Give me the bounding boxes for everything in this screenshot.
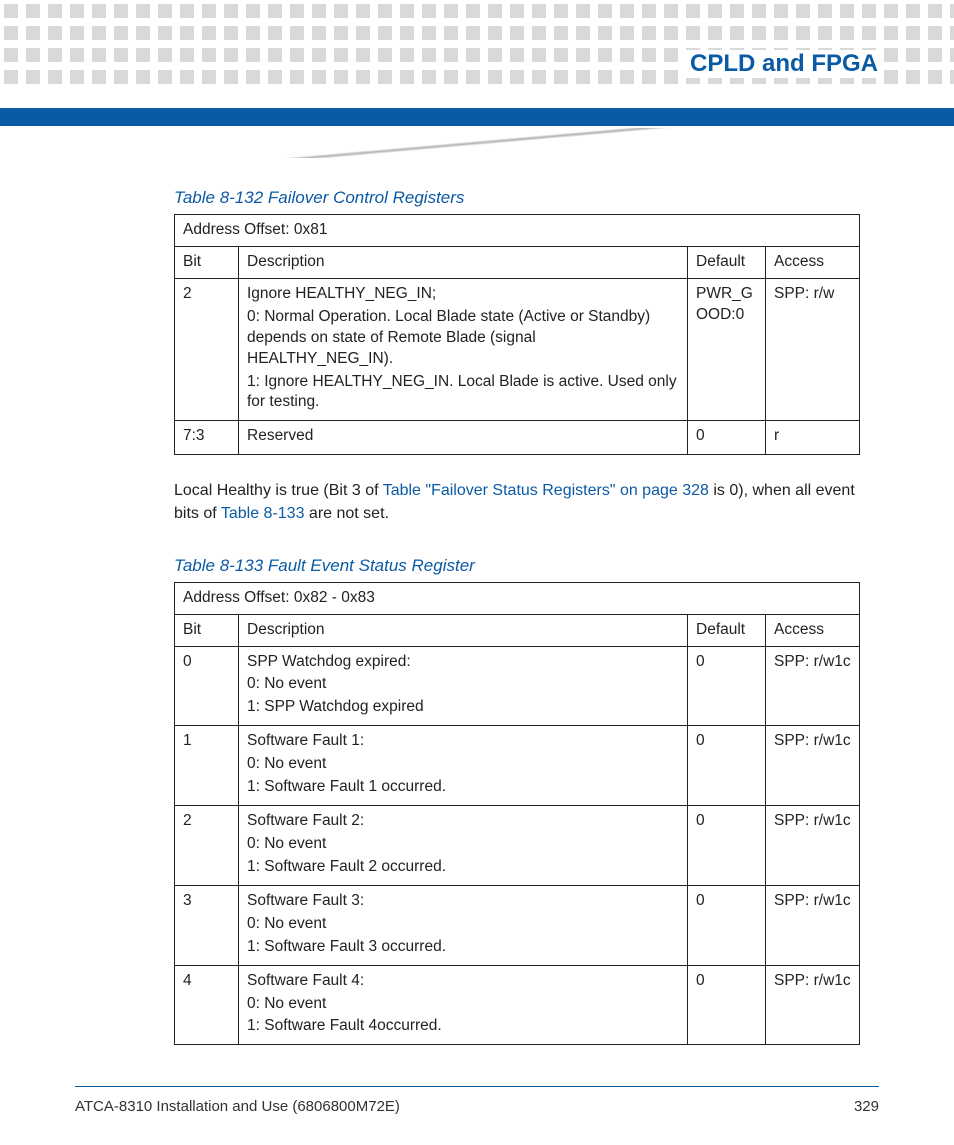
table-caption-2: Table 8-133 Fault Event Status Register	[174, 556, 860, 576]
description-line: 1: Software Fault 4occurred.	[247, 1016, 679, 1037]
table-row: Address Offset: 0x82 - 0x83	[175, 582, 860, 614]
description-line: Software Fault 2:	[247, 811, 679, 832]
cell-default: 0	[688, 646, 766, 726]
table-row: 0SPP Watchdog expired:0: No event1: SPP …	[175, 646, 860, 726]
table-row: 1Software Fault 1:0: No event1: Software…	[175, 726, 860, 806]
text: are not set.	[304, 505, 389, 522]
cell-bit: 7:3	[175, 421, 239, 455]
table-caption-1: Table 8-132 Failover Control Registers	[174, 188, 860, 208]
description-line: Ignore HEALTHY_NEG_IN;	[247, 284, 679, 305]
col-default: Default	[688, 614, 766, 646]
description-line: 0: No event	[247, 914, 679, 935]
table-header-row: Bit Description Default Access	[175, 246, 860, 278]
description-line: SPP Watchdog expired:	[247, 652, 679, 673]
cell-access: SPP: r/w1c	[766, 965, 860, 1045]
cell-default: 0	[688, 421, 766, 455]
cell-description: Software Fault 4:0: No event1: Software …	[239, 965, 688, 1045]
cell-bit: 4	[175, 965, 239, 1045]
cell-access: r	[766, 421, 860, 455]
col-access: Access	[766, 246, 860, 278]
cell-default: 0	[688, 885, 766, 965]
table-failover-control: Address Offset: 0x81 Bit Description Def…	[174, 214, 860, 455]
cell-default: 0	[688, 806, 766, 886]
col-bit: Bit	[175, 246, 239, 278]
description-line: 0: Normal Operation. Local Blade state (…	[247, 307, 679, 370]
cell-bit: 2	[175, 806, 239, 886]
description-line: 0: No event	[247, 754, 679, 775]
cell-access: SPP: r/w1c	[766, 726, 860, 806]
body-paragraph: Local Healthy is true (Bit 3 of Table "F…	[174, 479, 860, 525]
cell-access: SPP: r/w	[766, 278, 860, 421]
description-line: 0: No event	[247, 994, 679, 1015]
cell-bit: 0	[175, 646, 239, 726]
cell-access: SPP: r/w1c	[766, 646, 860, 726]
col-bit: Bit	[175, 614, 239, 646]
table-row: Address Offset: 0x81	[175, 215, 860, 247]
description-line: Reserved	[247, 426, 679, 447]
description-line: Software Fault 1:	[247, 731, 679, 752]
cell-description: Software Fault 1:0: No event1: Software …	[239, 726, 688, 806]
table-fault-event-status: Address Offset: 0x82 - 0x83 Bit Descript…	[174, 582, 860, 1046]
description-line: 0: No event	[247, 674, 679, 695]
address-offset-cell: Address Offset: 0x81	[175, 215, 860, 247]
header-separator	[0, 128, 954, 158]
cell-bit: 3	[175, 885, 239, 965]
description-line: Software Fault 4:	[247, 971, 679, 992]
link-failover-status-registers[interactable]: Table "Failover Status Registers" on pag…	[383, 482, 709, 499]
section-title: CPLD and FPGA	[684, 50, 884, 78]
cell-default: 0	[688, 726, 766, 806]
description-line: 1: Software Fault 2 occurred.	[247, 857, 679, 878]
text: Local Healthy is true (Bit 3 of	[174, 482, 383, 499]
col-description: Description	[239, 246, 688, 278]
col-description: Description	[239, 614, 688, 646]
table-row: 4Software Fault 4:0: No event1: Software…	[175, 965, 860, 1045]
cell-default: PWR_GOOD:0	[688, 278, 766, 421]
table-row: 2Software Fault 2:0: No event1: Software…	[175, 806, 860, 886]
cell-description: Ignore HEALTHY_NEG_IN;0: Normal Operatio…	[239, 278, 688, 421]
link-table-8-133[interactable]: Table 8-133	[221, 505, 305, 522]
description-line: Software Fault 3:	[247, 891, 679, 912]
cell-access: SPP: r/w1c	[766, 806, 860, 886]
footer-rule	[75, 1086, 879, 1087]
description-line: 1: Software Fault 1 occurred.	[247, 777, 679, 798]
col-access: Access	[766, 614, 860, 646]
cell-description: Software Fault 3:0: No event1: Software …	[239, 885, 688, 965]
table-row: 7:3 Reserved 0r	[175, 421, 860, 455]
table-header-row: Bit Description Default Access	[175, 614, 860, 646]
cell-access: SPP: r/w1c	[766, 885, 860, 965]
header-blue-bar	[0, 108, 954, 126]
page-content: Table 8-132 Failover Control Registers A…	[174, 188, 860, 1045]
cell-description: Reserved	[239, 421, 688, 455]
description-line: 0: No event	[247, 834, 679, 855]
address-offset-cell: Address Offset: 0x82 - 0x83	[175, 582, 860, 614]
footer-doc-title: ATCA-8310 Installation and Use (6806800M…	[75, 1098, 400, 1115]
description-line: 1: SPP Watchdog expired	[247, 697, 679, 718]
footer-page-number: 329	[854, 1098, 879, 1115]
decorative-dot-header	[0, 0, 954, 98]
cell-description: SPP Watchdog expired:0: No event1: SPP W…	[239, 646, 688, 726]
description-line: 1: Ignore HEALTHY_NEG_IN. Local Blade is…	[247, 372, 679, 414]
cell-description: Software Fault 2:0: No event1: Software …	[239, 806, 688, 886]
cell-default: 0	[688, 965, 766, 1045]
col-default: Default	[688, 246, 766, 278]
cell-bit: 2	[175, 278, 239, 421]
cell-bit: 1	[175, 726, 239, 806]
description-line: 1: Software Fault 3 occurred.	[247, 937, 679, 958]
table-row: 3Software Fault 3:0: No event1: Software…	[175, 885, 860, 965]
table-row: 2Ignore HEALTHY_NEG_IN;0: Normal Operati…	[175, 278, 860, 421]
